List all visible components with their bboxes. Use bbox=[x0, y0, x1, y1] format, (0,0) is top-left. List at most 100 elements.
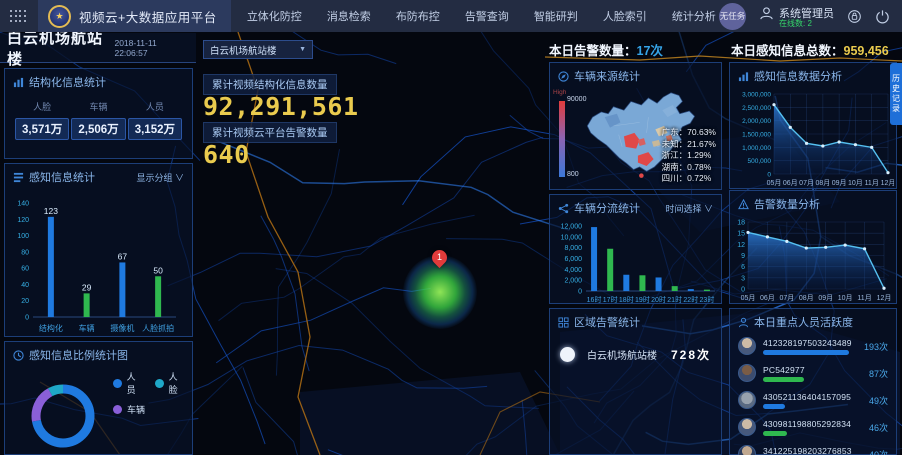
svg-text:车辆: 车辆 bbox=[79, 323, 95, 333]
site-header: 白云机场航站楼 2018-11-11 22:06:57 bbox=[0, 33, 196, 63]
panel-title: 感知信息比例统计图 bbox=[29, 347, 128, 363]
menu-item-statistics[interactable]: 统计分析 bbox=[672, 8, 716, 24]
svg-text:12,000: 12,000 bbox=[561, 224, 583, 231]
person-id: 412328197503243489 bbox=[763, 338, 856, 348]
svg-text:20: 20 bbox=[21, 298, 29, 305]
panel-structured-info: 结构化信息统计 人脸 3,571万 车辆 2,506万 人员 3,152万 bbox=[4, 68, 193, 159]
task-badge[interactable]: 无任务 bbox=[719, 3, 746, 30]
svg-text:67: 67 bbox=[118, 251, 128, 261]
svg-text:2,500,000: 2,500,000 bbox=[742, 105, 771, 112]
stat-value: 2,506万 bbox=[71, 118, 125, 140]
svg-text:07月: 07月 bbox=[799, 179, 814, 187]
lock-icon[interactable] bbox=[847, 9, 862, 24]
dashboard: ★ 视频云+大数据应用平台 立体化防控 消息检索 布防布控 告警查询 智能研判 … bbox=[0, 0, 902, 455]
online-count: 在线数: 2 bbox=[779, 18, 812, 29]
display-group-dropdown[interactable]: 显示分组 ∨ bbox=[136, 171, 184, 184]
person-row[interactable]: PC542977 87次 bbox=[730, 359, 896, 386]
svg-text:120: 120 bbox=[17, 217, 29, 224]
svg-text:12月: 12月 bbox=[881, 179, 894, 187]
police-badge-icon: ★ bbox=[48, 5, 71, 28]
svg-text:40: 40 bbox=[21, 282, 29, 289]
svg-text:12: 12 bbox=[737, 242, 745, 249]
svg-text:100: 100 bbox=[17, 233, 29, 240]
region-alarm-row[interactable]: 白云机场航站楼 728次 bbox=[550, 332, 721, 363]
person-id: 430981198805292834 bbox=[763, 419, 856, 429]
person-row[interactable]: 430981198805292834 46次 bbox=[730, 413, 896, 440]
svg-text:10月: 10月 bbox=[838, 294, 853, 302]
svg-text:0: 0 bbox=[578, 289, 582, 296]
person-row[interactable]: 341225198203276853 40次 bbox=[730, 440, 896, 455]
stat-value: 3,571万 bbox=[15, 118, 69, 140]
panel-perception-stats: 感知信息统计 显示分组 ∨ 020406080100120140123结构化29… bbox=[4, 163, 193, 337]
page-title: 白云机场航站楼 bbox=[7, 27, 114, 69]
power-icon[interactable] bbox=[875, 9, 890, 24]
today-alarm-value: 17次 bbox=[637, 44, 663, 58]
scale-high-label: High bbox=[553, 89, 566, 96]
menu-item-3d-control[interactable]: 立体化防控 bbox=[247, 8, 302, 24]
today-total-header: 本日感知信息总数：959,456 bbox=[731, 40, 889, 59]
panel-alarm-analysis: 告警数量分析 036912151805月06月07月08月09月10月11月12… bbox=[729, 190, 897, 304]
color-scale bbox=[559, 101, 565, 177]
top-navbar: ★ 视频云+大数据应用平台 立体化防控 消息检索 布防布控 告警查询 智能研判 … bbox=[0, 0, 902, 32]
svg-text:1,000,000: 1,000,000 bbox=[742, 145, 771, 152]
user-menu[interactable]: 系统管理员 在线数: 2 bbox=[759, 0, 834, 32]
panel-title: 感知信息数据分析 bbox=[754, 68, 842, 84]
svg-text:05月: 05月 bbox=[741, 294, 756, 302]
cum-alarm-value: 640 bbox=[203, 140, 250, 169]
svg-text:60: 60 bbox=[21, 266, 29, 273]
svg-text:1,500,000: 1,500,000 bbox=[742, 132, 771, 139]
svg-text:07月: 07月 bbox=[779, 294, 794, 302]
menu-item-deploy-control[interactable]: 布防布控 bbox=[396, 8, 440, 24]
share-icon bbox=[558, 203, 569, 214]
svg-text:18时: 18时 bbox=[619, 295, 634, 304]
svg-text:16时: 16时 bbox=[587, 295, 602, 304]
alarm-map-pin[interactable]: 1 bbox=[429, 247, 450, 268]
legend-dot bbox=[113, 379, 122, 388]
panel-title: 本日重点人员活跃度 bbox=[754, 314, 853, 330]
menu-item-face-index[interactable]: 人脸索引 bbox=[603, 8, 647, 24]
svg-text:17时: 17时 bbox=[603, 295, 618, 304]
svg-text:19时: 19时 bbox=[635, 295, 650, 304]
avatar bbox=[738, 418, 756, 436]
menu-item-alarm-query[interactable]: 告警查询 bbox=[465, 8, 509, 24]
avatar bbox=[738, 445, 756, 455]
analytics-icon bbox=[738, 71, 749, 82]
location-dot-icon bbox=[560, 347, 575, 362]
history-records-tab[interactable]: 历史记录 bbox=[890, 63, 902, 125]
panel-person-activity: 本日重点人员活跃度 412328197503243489 193次 PC5429… bbox=[729, 308, 897, 455]
map-area: 1 白云机场航站楼 2018-11-11 22:06:57 结构化信息统计 人脸… bbox=[0, 32, 902, 455]
time-select-dropdown[interactable]: 时间选择 ∨ bbox=[665, 202, 713, 215]
region-name: 白云机场航站楼 bbox=[587, 347, 657, 362]
app-launcher-icon[interactable] bbox=[10, 10, 26, 23]
svg-text:18: 18 bbox=[737, 220, 745, 227]
svg-text:2,000: 2,000 bbox=[564, 278, 582, 285]
svg-text:10月: 10月 bbox=[848, 179, 863, 187]
perception-area-chart: 0500,0001,000,0001,500,0002,000,0002,500… bbox=[730, 86, 896, 194]
svg-text:人脸抓拍: 人脸抓拍 bbox=[142, 323, 174, 333]
person-row[interactable]: 430521136404157095 49次 bbox=[730, 386, 896, 413]
activity-bar bbox=[763, 350, 849, 355]
svg-text:123: 123 bbox=[44, 206, 58, 216]
vehicle-source-legend: 广东：70.63% 未知：21.67% 浙江：1.29% 湖南：0.78% 四川… bbox=[662, 127, 716, 185]
region-count: 728次 bbox=[671, 346, 711, 363]
person-count: 87次 bbox=[856, 367, 888, 380]
panel-title: 车辆分流统计 bbox=[574, 200, 640, 216]
main-menu: 立体化防控 消息检索 布防布控 告警查询 智能研判 人脸索引 统计分析 bbox=[247, 8, 716, 24]
svg-text:9: 9 bbox=[741, 253, 745, 260]
svg-text:29: 29 bbox=[82, 282, 92, 292]
person-row[interactable]: 412328197503243489 193次 bbox=[730, 332, 896, 359]
cum-structured-value: 92,291,561 bbox=[203, 92, 359, 121]
svg-text:6: 6 bbox=[741, 264, 745, 271]
svg-text:20时: 20时 bbox=[651, 295, 666, 304]
panel-title: 车辆来源统计 bbox=[574, 68, 640, 84]
site-selector-dropdown[interactable]: 白云机场航站楼▼ bbox=[203, 40, 313, 59]
menu-item-message-search[interactable]: 消息检索 bbox=[327, 8, 371, 24]
panel-title: 告警数量分析 bbox=[754, 196, 820, 212]
clock-icon bbox=[13, 350, 24, 361]
grid-icon bbox=[558, 317, 569, 328]
svg-text:12月: 12月 bbox=[877, 294, 892, 302]
menu-item-smart-judge[interactable]: 智能研判 bbox=[534, 8, 578, 24]
list-icon bbox=[13, 172, 24, 183]
navbar-right: 无任务 系统管理员 在线数: 2 bbox=[719, 0, 902, 32]
svg-text:08月: 08月 bbox=[799, 294, 814, 302]
